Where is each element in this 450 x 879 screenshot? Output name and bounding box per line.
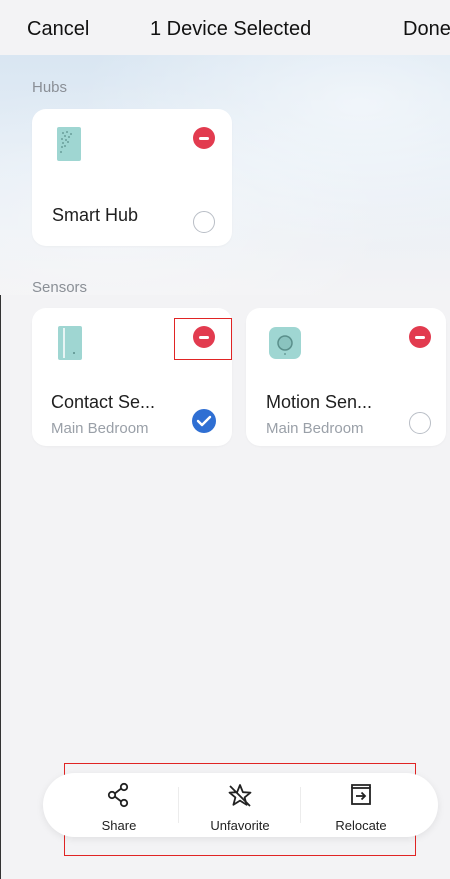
contact-sensor-icon <box>57 325 83 366</box>
select-smart-hub-radio[interactable] <box>193 211 215 233</box>
share-button[interactable]: Share <box>54 773 184 837</box>
unfavorite-button[interactable]: Unfavorite <box>175 773 305 837</box>
device-name-smart-hub: Smart Hub <box>52 205 139 225</box>
section-label-hubs: Hubs <box>32 79 68 96</box>
page-title: 1 Device Selected <box>150 18 312 40</box>
done-button[interactable]: Done <box>403 18 450 41</box>
relocate-label: Relocate <box>335 818 387 833</box>
device-room-contact-sensor: Main Bedroom <box>51 420 149 437</box>
highlight-box-remove <box>174 318 232 360</box>
section-label-sensors: Sensors <box>32 279 88 296</box>
device-card-smart-hub[interactable]: Smart Hub <box>32 109 232 246</box>
unfavorite-label: Unfavorite <box>210 818 270 833</box>
select-motion-sensor-radio[interactable] <box>409 412 431 434</box>
remove-motion-sensor-button[interactable] <box>409 326 431 348</box>
top-bar: Cancel 1 Device Selected Done <box>0 0 450 55</box>
motion-sensor-icon <box>268 326 302 365</box>
relocate-button[interactable]: Relocate <box>296 773 426 837</box>
cancel-button[interactable]: Cancel <box>27 18 89 41</box>
selected-check-icon[interactable] <box>192 409 216 433</box>
device-name-contact-sensor: Contact Se... <box>51 392 156 412</box>
hub-icon <box>56 126 82 167</box>
device-room-motion-sensor: Main Bedroom <box>266 420 364 437</box>
device-card-motion-sensor[interactable]: Motion Sen... Main Bedroom <box>246 308 446 446</box>
device-name-motion-sensor: Motion Sen... <box>266 392 373 412</box>
remove-smart-hub-button[interactable] <box>193 127 215 149</box>
action-bar: Share Unfavorite Relocate <box>43 773 438 837</box>
share-label: Share <box>101 818 137 833</box>
